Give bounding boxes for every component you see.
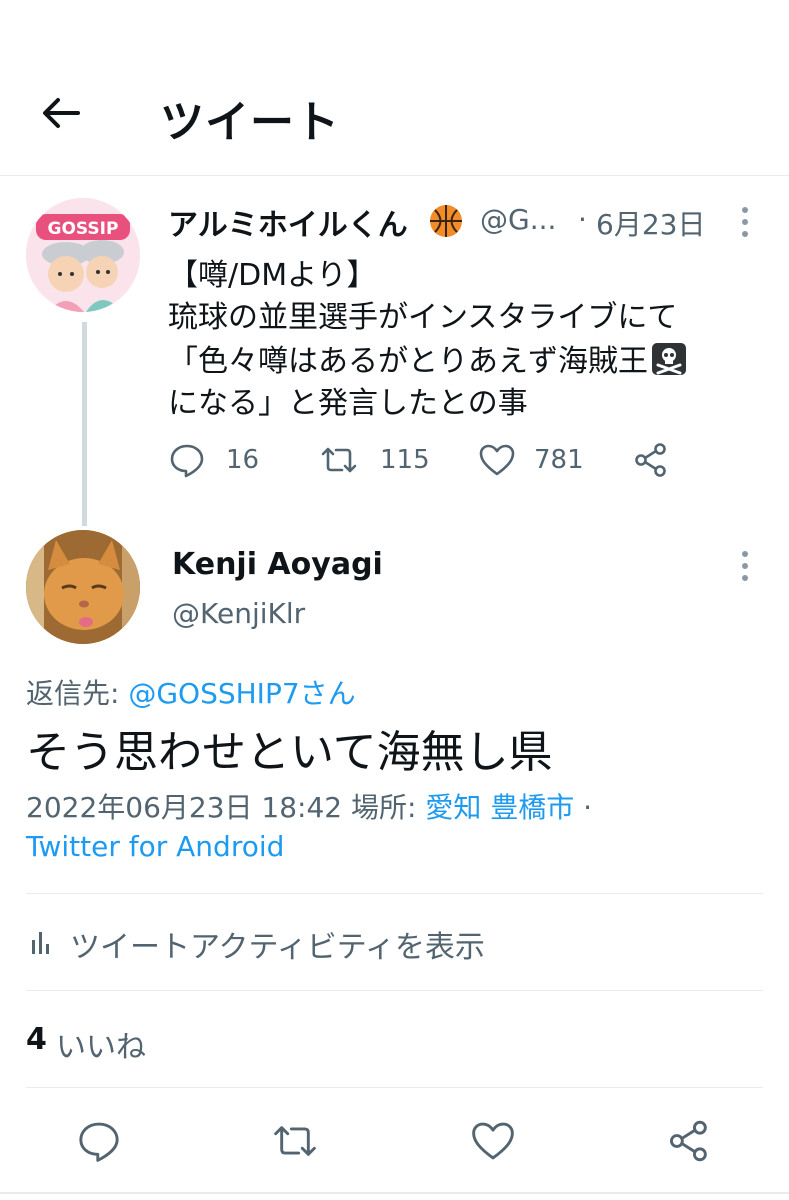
original-tweet-text-line: になる」と発言したとの事 <box>168 386 528 421</box>
retweet-icon[interactable] <box>272 1118 318 1164</box>
share-icon[interactable] <box>666 1118 712 1164</box>
view-tweet-activity-link[interactable]: ツイートアクティビティを表示 <box>70 922 485 966</box>
back-button[interactable] <box>40 92 82 134</box>
more-options-icon[interactable] <box>738 204 752 240</box>
original-tweet-text: 「色々噂はあるがとりあえず海賊王 <box>168 344 648 379</box>
retweet-icon[interactable] <box>320 441 358 479</box>
more-options-icon[interactable] <box>738 548 752 584</box>
cat-photo <box>26 530 140 644</box>
page-title: ツイート <box>160 97 340 148</box>
reply-author-name[interactable]: Kenji Aoyagi <box>172 547 383 582</box>
tweet-timestamp[interactable]: 2022年06月23日 18:42 <box>26 791 342 824</box>
arrow-left-icon <box>43 98 80 128</box>
divider <box>26 1087 763 1088</box>
separator-dot: · <box>578 203 587 236</box>
original-author-handle[interactable]: @G... <box>480 203 556 236</box>
skull-crossbones-icon <box>652 343 686 375</box>
reply-icon[interactable] <box>168 441 206 479</box>
top-app-bar <box>0 0 789 176</box>
original-tweet-text-line: 琉球の並里選手がインスタライブにて <box>168 300 678 335</box>
location-link[interactable]: 愛知 豊橋市 <box>425 791 574 824</box>
gossip-logo-text: GOSSIP <box>48 219 119 239</box>
heart-icon[interactable] <box>470 1118 516 1164</box>
gossip-avatar[interactable]: GOSSIP <box>26 198 140 312</box>
thread-connector-line <box>82 322 87 526</box>
replying-to-line: 返信先: @GOSSHIP7さん <box>26 672 356 712</box>
replying-to-user-link[interactable]: @GOSSHIP7さん <box>128 677 355 710</box>
original-tweet-text-line: 【噂/DMより】 <box>168 258 377 293</box>
client-link[interactable]: Twitter for Android <box>26 830 284 863</box>
original-tweet-date[interactable]: 6月23日 <box>596 203 705 243</box>
replying-to-label: 返信先: <box>26 677 129 710</box>
reply-author-handle[interactable]: @KenjiKlr <box>172 597 305 630</box>
original-tweet-text-line-with-emoji: 「色々噂はあるがとりあえず海賊王 <box>168 336 686 380</box>
likes-total[interactable]: 4 <box>26 1022 47 1057</box>
divider <box>26 893 763 894</box>
like-count: 781 <box>534 445 584 475</box>
divider <box>26 990 763 991</box>
reply-icon[interactable] <box>76 1118 122 1164</box>
retweet-count: 115 <box>380 445 430 475</box>
tweet-meta-line: 2022年06月23日 18:42 場所: 愛知 豊橋市 · <box>26 786 592 826</box>
reply-tweet-text: そう思わせといて海無し県 <box>26 727 553 778</box>
likes-label[interactable]: いいね <box>56 1022 146 1066</box>
bottom-divider <box>0 1192 789 1194</box>
heart-icon[interactable] <box>478 441 516 479</box>
original-author-name[interactable]: アルミホイルくん <box>168 200 408 244</box>
location-label: 場所: <box>342 791 426 824</box>
basketball-icon <box>428 203 464 239</box>
user-avatar[interactable] <box>26 530 140 644</box>
separator-dot: · <box>574 791 593 824</box>
share-icon[interactable] <box>632 441 670 479</box>
gossip-avatar-image: GOSSIP <box>26 198 140 312</box>
reply-count: 16 <box>226 445 260 475</box>
bar-chart-icon <box>30 926 52 956</box>
